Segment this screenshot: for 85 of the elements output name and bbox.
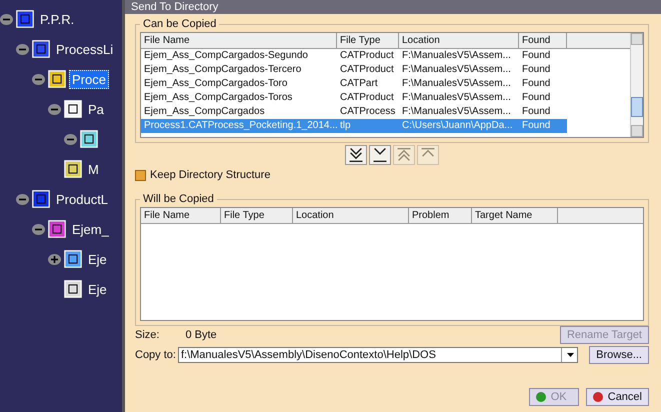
ok-icon — [536, 392, 546, 402]
table-cell-text: Found — [521, 119, 552, 133]
tree-node-icon — [64, 160, 82, 178]
table-cell-text: Ejem_Ass_CompCargados-Tercero — [143, 63, 302, 77]
column-header[interactable]: Location — [399, 33, 519, 48]
tree-node-icon — [32, 40, 50, 58]
table-cell-text: CATProduct — [339, 63, 395, 77]
file-row[interactable]: Ejem_Ass_CompCargados CATProcess F:\ManualesV5\Assem... Found — [141, 105, 567, 119]
size-value: 0 Byte — [185, 329, 217, 341]
tree-node-label[interactable]: Ejem_ — [69, 220, 112, 238]
table-cell-text: Ejem_Ass_CompCargados-Toros — [143, 91, 294, 105]
table-cell-text: F:\ManualesV5\Assem... — [401, 49, 512, 63]
column-header[interactable]: File Type — [221, 208, 293, 223]
collapse-toggle[interactable] — [0, 14, 13, 24]
table-cell-text: Found — [521, 49, 552, 63]
table-cell-text: F:\ManualesV5\Assem... — [401, 63, 512, 77]
tree-node-label[interactable]: P.P.R. — [37, 10, 78, 28]
tree-node-icon — [80, 130, 98, 148]
collapse-toggle[interactable] — [16, 194, 29, 204]
file-row[interactable]: Ejem_Ass_CompCargados-Toros CATProduct F:\ManualesV5\Assem... Found — [141, 91, 567, 105]
tree-node-label[interactable]: Eje — [85, 280, 110, 298]
table-cell-text: Found — [521, 105, 552, 119]
table-cell-text: Found — [521, 91, 552, 105]
tree-node-icon — [32, 190, 50, 208]
collapse-toggle[interactable] — [48, 104, 61, 114]
group-title: Will be Copied — [142, 193, 215, 205]
table-cell-text: F:\ManualesV5\Assem... — [401, 91, 512, 105]
size-label: Size: — [135, 329, 160, 341]
table-cell-text: F:\ManualesV5\Assem... — [401, 105, 512, 119]
copy-to-label: Copy to: — [135, 349, 176, 361]
table-cell-text: Ejem_Ass_CompCargados-Toro — [143, 77, 288, 91]
table-cell-text: F:\ManualesV5\Assem... — [401, 77, 512, 91]
tree-node-icon — [64, 250, 82, 268]
column-header[interactable]: File Name — [141, 33, 337, 48]
table-cell-text: CATProduct — [339, 91, 395, 105]
collapse-toggle[interactable] — [32, 224, 45, 234]
checkbox[interactable] — [135, 170, 146, 180]
tree-node-label[interactable]: Pa — [85, 100, 107, 118]
tree-node-label[interactable]: Proce — [69, 70, 109, 88]
table-cell-text: Found — [521, 63, 552, 77]
table-cell-text: Found — [521, 77, 552, 91]
tree-node-label[interactable]: Eje — [85, 250, 110, 268]
tree-node-icon — [64, 280, 82, 298]
column-header[interactable]: Problem — [409, 208, 472, 223]
file-row[interactable]: Ejem_Ass_CompCargados-Segundo CATProduct F:\ManualesV5\Assem... Found — [141, 49, 567, 63]
table-cell-text: Ejem_Ass_CompCargados-Segundo — [143, 49, 309, 63]
tree-node-icon — [48, 70, 66, 88]
table-cell-text: CATPart — [339, 77, 379, 91]
window-title: Send To Directory — [125, 0, 661, 14]
collapse-toggle[interactable] — [32, 74, 45, 84]
expand-toggle[interactable] — [48, 254, 61, 264]
collapse-toggle[interactable] — [64, 134, 77, 144]
dropdown-arrow-icon — [566, 353, 574, 357]
column-header[interactable]: Location — [293, 208, 409, 223]
collapse-toggle[interactable] — [16, 44, 29, 54]
table-cell-text: CATProcess — [339, 105, 396, 119]
tree-node-icon — [48, 220, 66, 238]
cancel-icon — [592, 392, 603, 402]
copy-to-dropdown[interactable]: f:\ManualesV5\Assembly\DisenoContexto\Help\DOS — [178, 347, 578, 363]
move-button[interactable] — [345, 145, 367, 165]
column-header[interactable]: File Type — [337, 33, 399, 48]
column-header[interactable]: Target Name — [472, 208, 558, 223]
tree-node-icon — [16, 10, 34, 28]
group-title: Can be Copied — [142, 18, 218, 30]
file-row[interactable]: Ejem_Ass_CompCargados-Toro CATPart F:\ManualesV5\Assem... Found — [141, 77, 567, 91]
cancel-button[interactable]: Cancel — [586, 388, 649, 406]
table-cell-text: Ejem_Ass_CompCargados — [143, 105, 266, 119]
tree-node-label[interactable]: ProductL — [53, 190, 112, 208]
down-chevron-icon — [349, 148, 363, 162]
scrollbar[interactable] — [630, 33, 643, 137]
table-cell-text: CATProduct — [339, 49, 395, 63]
table-cell-text: C:\Users\Juann\AppDa... — [401, 119, 514, 133]
browse-button[interactable]: Browse... — [589, 346, 649, 364]
tree-node-label[interactable]: ProcessLi — [53, 40, 116, 58]
up-chevron-icon — [397, 148, 411, 162]
tree-node-label[interactable]: M — [85, 160, 102, 178]
table-cell-text: tlp — [339, 119, 352, 133]
checkbox-label: Keep Directory Structure — [150, 169, 270, 181]
column-header[interactable]: File Name — [141, 208, 221, 223]
file-row[interactable]: Ejem_Ass_CompCargados-Tercero CATProduct F:\ManualesV5\Assem... Found — [141, 63, 567, 77]
tree-node-icon — [64, 100, 82, 118]
column-header[interactable]: Found — [519, 33, 567, 48]
table-cell-text: Process1.CATProcess_Pocketing.1_2014... — [143, 119, 337, 133]
move-button[interactable] — [369, 145, 391, 165]
down-chevron-icon — [373, 148, 387, 162]
